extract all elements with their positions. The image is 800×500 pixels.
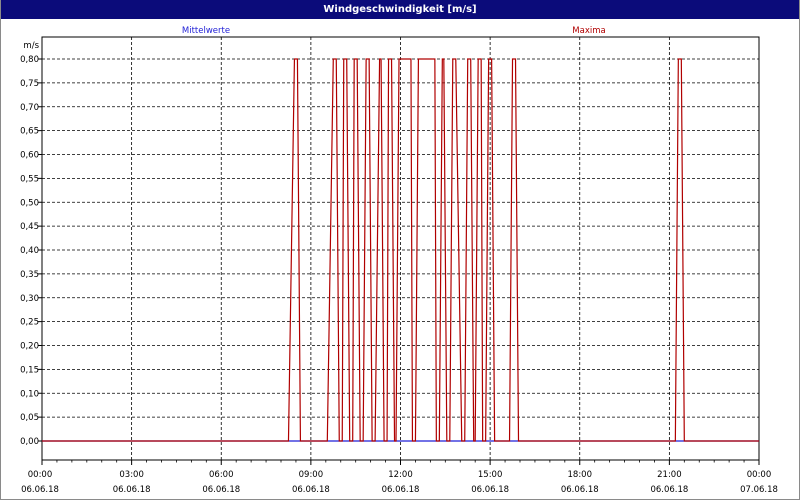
x-tick-time: 15:00 bbox=[478, 470, 503, 480]
y-tick-label: 0,05 bbox=[20, 413, 39, 423]
x-tick-date: 06.06.18 bbox=[471, 485, 509, 495]
x-tick-time: 00:00 bbox=[28, 470, 53, 480]
y-axis-label: m/s bbox=[23, 41, 39, 51]
y-tick-label: 0,80 bbox=[20, 55, 39, 65]
x-tick-date: 07.06.18 bbox=[740, 485, 778, 495]
x-tick-date: 06.06.18 bbox=[292, 485, 330, 495]
x-tick-time: 00:00 bbox=[747, 470, 772, 480]
x-tick-date: 06.06.18 bbox=[113, 485, 151, 495]
y-tick-label: 0,15 bbox=[20, 365, 39, 375]
legend-mittelwerte: Mittelwerte bbox=[182, 26, 230, 36]
y-tick-label: 0,55 bbox=[20, 174, 39, 184]
y-tick-label: 0,65 bbox=[20, 127, 39, 137]
x-tick-time: 12:00 bbox=[388, 470, 413, 480]
y-tick-label: 0,75 bbox=[20, 79, 39, 89]
wind-speed-chart: 0,00 0,05 0,10 0,15 0,20 0,25 0,30 0,35 0,40 0,45… bbox=[20, 26, 778, 495]
x-tick-date: 06.06.18 bbox=[650, 485, 688, 495]
y-tick-label: 0,45 bbox=[20, 222, 39, 232]
y-tick-label: 0,50 bbox=[20, 198, 39, 208]
y-tick-label: 0,25 bbox=[20, 318, 39, 328]
legend-maxima: Maxima bbox=[572, 26, 605, 36]
y-tick-label: 0,30 bbox=[20, 294, 39, 304]
x-tick-time: 06:00 bbox=[209, 470, 234, 480]
y-tick-label: 0,20 bbox=[20, 342, 39, 352]
y-tick-label: 0,35 bbox=[20, 270, 39, 280]
y-tick-label: 0,60 bbox=[20, 151, 39, 161]
x-tick-time: 09:00 bbox=[299, 470, 324, 480]
x-tick-date: 06.06.18 bbox=[21, 485, 59, 495]
x-tick-time: 18:00 bbox=[568, 470, 593, 480]
x-tick-date: 06.06.18 bbox=[382, 485, 420, 495]
y-tick-label: 0,10 bbox=[20, 389, 39, 399]
y-tick-label: 0,70 bbox=[20, 103, 39, 113]
x-tick-time: 03:00 bbox=[119, 470, 144, 480]
x-tick-time: 21:00 bbox=[657, 470, 682, 480]
x-tick-date: 06.06.18 bbox=[202, 485, 240, 495]
x-tick-date: 06.06.18 bbox=[561, 485, 599, 495]
y-tick-label: 0,40 bbox=[20, 246, 39, 256]
y-tick-label: 0,00 bbox=[20, 437, 39, 447]
chart-window: Windgeschwindigkeit [m/s] 0,00 0,05 0,10 0,… bbox=[0, 0, 800, 500]
